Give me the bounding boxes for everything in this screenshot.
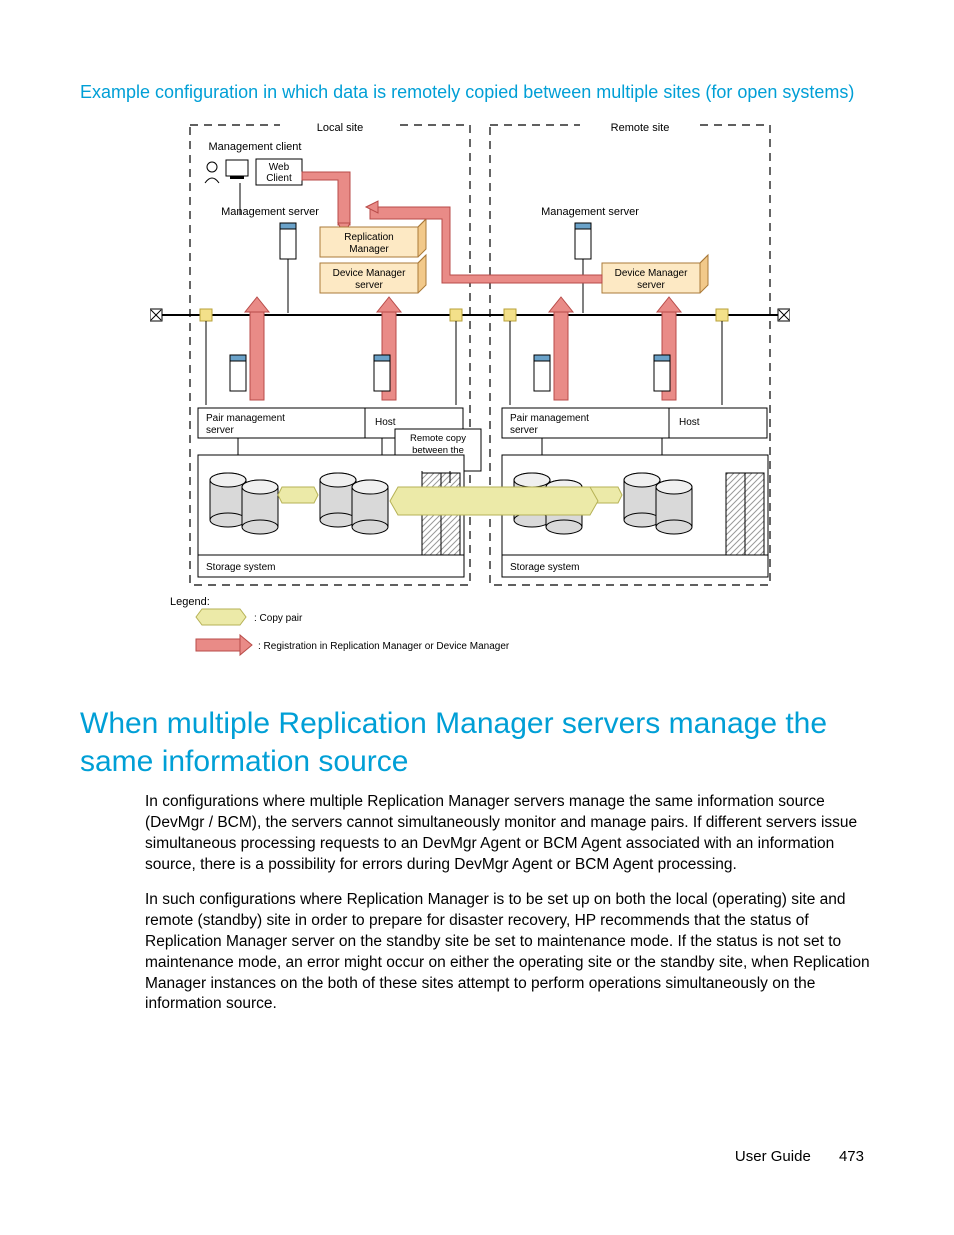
label-legend-copy: : Copy pair <box>254 613 303 624</box>
label-web-client-2: Client <box>266 173 292 184</box>
label-mgmt-server-r: Management server <box>541 206 639 218</box>
label-rc1: Remote copy <box>410 433 466 444</box>
label-dev-mgr-l2: server <box>355 280 383 291</box>
label-rc2: between the <box>412 445 464 456</box>
label-web-client-1: Web <box>269 162 290 173</box>
label-remote-site: Remote site <box>611 122 670 134</box>
label-storage-r: Storage system <box>510 562 579 573</box>
label-dev-mgr-r2: server <box>637 280 665 291</box>
label-pmr-a: Pair management <box>510 413 589 424</box>
paragraph-1: In configurations where multiple Replica… <box>145 792 874 876</box>
label-pml-a: Pair management <box>206 413 285 424</box>
label-rep-mgr-2: Manager <box>349 244 389 255</box>
page-footer: User Guide 473 <box>735 1148 864 1165</box>
label-mgmt-server-l: Management server <box>221 206 319 218</box>
figure-caption: Example configuration in which data is r… <box>80 80 874 105</box>
label-mgmt-client: Management client <box>209 141 302 153</box>
page: Example configuration in which data is r… <box>0 0 954 1235</box>
label-legend: Legend: <box>170 596 210 608</box>
section-heading: When multiple Replication Manager server… <box>80 705 874 780</box>
label-storage-l: Storage system <box>206 562 275 573</box>
footer-page-number: 473 <box>839 1148 864 1165</box>
label-host-l2: Host <box>375 417 396 428</box>
label-legend-reg: : Registration in Replication Manager or… <box>258 641 510 652</box>
label-pmr-b: server <box>510 425 538 436</box>
architecture-diagram: Local site Remote site Management client… <box>150 115 804 675</box>
label-dev-mgr-r1: Device Manager <box>615 268 688 279</box>
footer-label: User Guide <box>735 1148 811 1165</box>
label-host-r: Host <box>679 417 700 428</box>
label-dev-mgr-l1: Device Manager <box>333 268 406 279</box>
diagram-svg: Local site Remote site Management client… <box>150 115 790 675</box>
paragraph-2: In such configurations where Replication… <box>145 890 874 1016</box>
label-rep-mgr-1: Replication <box>344 232 393 243</box>
label-pml-b: server <box>206 425 234 436</box>
label-local-site: Local site <box>317 122 363 134</box>
